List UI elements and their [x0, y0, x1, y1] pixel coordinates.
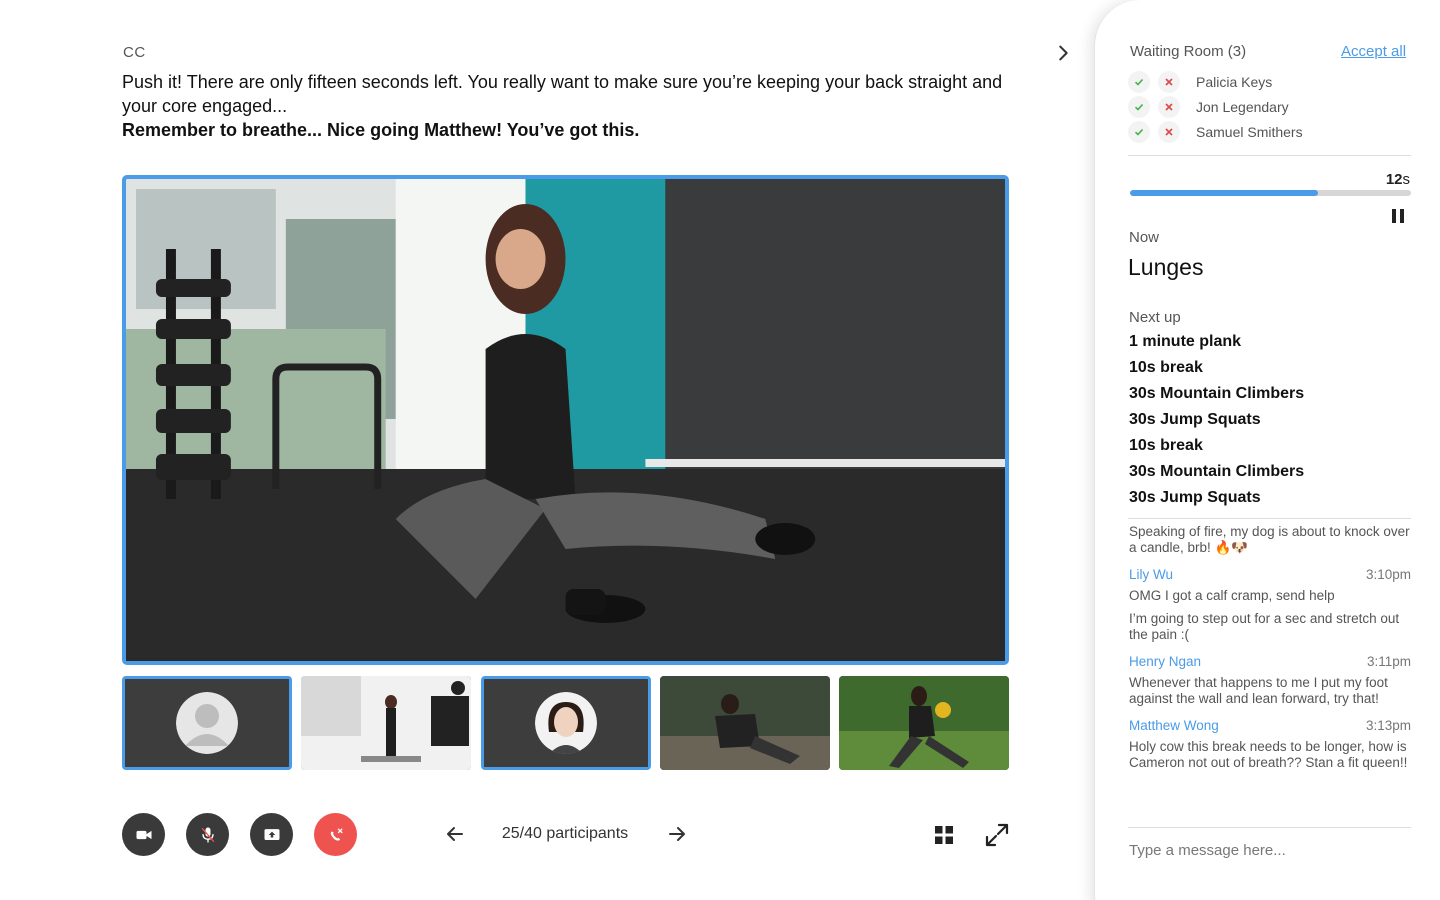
- participant-thumb-5[interactable]: [839, 676, 1009, 770]
- video-scene: [126, 179, 1005, 661]
- chevron-right-icon[interactable]: [1052, 42, 1074, 64]
- video-camera-icon: [136, 830, 151, 839]
- chat-message: I’m going to step out for a sec and stre…: [1129, 611, 1400, 642]
- chat-timestamp: 3:13pm: [1365, 718, 1411, 733]
- upcoming-exercise-list: 1 minute plank 10s break 30s Mountain Cl…: [1129, 333, 1304, 515]
- mic-toggle-button[interactable]: [186, 813, 229, 856]
- screen-share-button[interactable]: [250, 813, 293, 856]
- accept-button[interactable]: [1128, 121, 1150, 143]
- upcoming-exercise: 30s Mountain Climbers: [1129, 463, 1305, 480]
- chat-message-header: Henry Ngan 3:11pm: [1129, 654, 1411, 669]
- upcoming-exercise: 10s break: [1129, 359, 1203, 376]
- accept-button[interactable]: [1128, 71, 1150, 93]
- check-icon: [1134, 103, 1144, 111]
- upcoming-exercise: 10s break: [1129, 437, 1203, 454]
- waiting-person-name: Samuel Smithers: [1196, 124, 1303, 140]
- chat-feed: Speaking of fire, my dog is about to kno…: [1129, 524, 1411, 771]
- chat-author[interactable]: Matthew Wong: [1129, 718, 1219, 733]
- chat-message: Speaking of fire, my dog is about to kno…: [1129, 524, 1410, 555]
- now-label: Now: [1129, 229, 1160, 246]
- countdown-timer: 12s: [1340, 171, 1410, 188]
- fullscreen-icon[interactable]: [984, 822, 1010, 848]
- chat-timestamp: 3:10pm: [1365, 567, 1411, 582]
- reject-button[interactable]: [1158, 121, 1180, 143]
- next-up-label: Next up: [1129, 309, 1181, 326]
- chat-message: OMG I got a calf cramp, send help: [1129, 588, 1335, 603]
- check-icon: [1134, 128, 1144, 136]
- participant-thumb-2[interactable]: [301, 676, 472, 770]
- participant-thumb-1[interactable]: [122, 676, 292, 770]
- captions-label: CC: [123, 44, 146, 61]
- waiting-room-row: Samuel Smithers: [1128, 121, 1303, 143]
- exercise-progress-bar: [1130, 190, 1411, 196]
- upcoming-exercise: 1 minute plank: [1129, 333, 1242, 350]
- upcoming-exercise: 30s Jump Squats: [1129, 411, 1261, 428]
- screen-share-icon: [264, 828, 279, 840]
- divider: [1128, 155, 1411, 156]
- close-icon: [1165, 128, 1173, 136]
- accept-button[interactable]: [1128, 96, 1150, 118]
- check-icon: [1134, 78, 1144, 86]
- chat-message-input[interactable]: [1129, 838, 1411, 862]
- chat-timestamp: 3:11pm: [1366, 654, 1411, 669]
- accept-all-link[interactable]: Accept all: [1341, 43, 1406, 60]
- waiting-room-title: Waiting Room (3): [1130, 43, 1247, 60]
- previous-page-arrow-icon[interactable]: [443, 822, 467, 846]
- default-avatar-icon: [176, 692, 238, 754]
- participant-thumb-4[interactable]: [659, 676, 830, 770]
- divider: [1128, 827, 1411, 828]
- progress-fill: [1130, 190, 1319, 196]
- reject-button[interactable]: [1158, 71, 1180, 93]
- close-icon: [1165, 78, 1173, 86]
- chat-message: Holy cow this break needs to be longer, …: [1129, 739, 1408, 770]
- caption-text: Push it! There are only fifteen seconds …: [122, 70, 1022, 142]
- end-call-button[interactable]: [314, 813, 357, 856]
- waiting-person-name: Palicia Keys: [1196, 74, 1273, 90]
- chat-author[interactable]: Lily Wu: [1129, 567, 1173, 582]
- microphone-icon: [201, 827, 214, 842]
- current-exercise: Lunges: [1128, 254, 1204, 280]
- camera-toggle-button[interactable]: [122, 813, 165, 856]
- participant-avatar-photo: [534, 692, 597, 754]
- close-icon: [1165, 103, 1173, 111]
- chat-message-header: Lily Wu 3:10pm: [1129, 567, 1411, 582]
- next-page-arrow-icon[interactable]: [665, 822, 689, 846]
- main-video-feed[interactable]: [122, 175, 1009, 665]
- caption-line-2: Remember to breathe... Nice going Matthe…: [122, 120, 640, 140]
- waiting-room-row: Jon Legendary: [1128, 96, 1289, 118]
- chat-author[interactable]: Henry Ngan: [1129, 654, 1201, 669]
- caption-line-1: Push it! There are only fifteen seconds …: [122, 72, 1003, 116]
- reject-button[interactable]: [1158, 96, 1180, 118]
- timer-value: 12: [1385, 171, 1403, 188]
- waiting-person-name: Jon Legendary: [1196, 99, 1289, 115]
- waiting-room-row: Palicia Keys: [1128, 71, 1272, 93]
- participant-count: 25/40 participants: [501, 825, 629, 842]
- timer-unit: s: [1402, 171, 1411, 188]
- pause-icon[interactable]: [1389, 207, 1407, 225]
- participant-thumbnails: [122, 676, 1009, 770]
- divider: [1128, 518, 1411, 519]
- end-call-icon: [330, 828, 342, 841]
- chat-message-header: Matthew Wong 3:13pm: [1129, 718, 1411, 733]
- participant-thumb-3[interactable]: [480, 676, 651, 770]
- upcoming-exercise: 30s Mountain Climbers: [1129, 385, 1305, 402]
- chat-message: Whenever that happens to me I put my foo…: [1129, 675, 1388, 706]
- upcoming-exercise: 30s Jump Squats: [1129, 489, 1261, 506]
- grid-view-icon[interactable]: [932, 823, 956, 847]
